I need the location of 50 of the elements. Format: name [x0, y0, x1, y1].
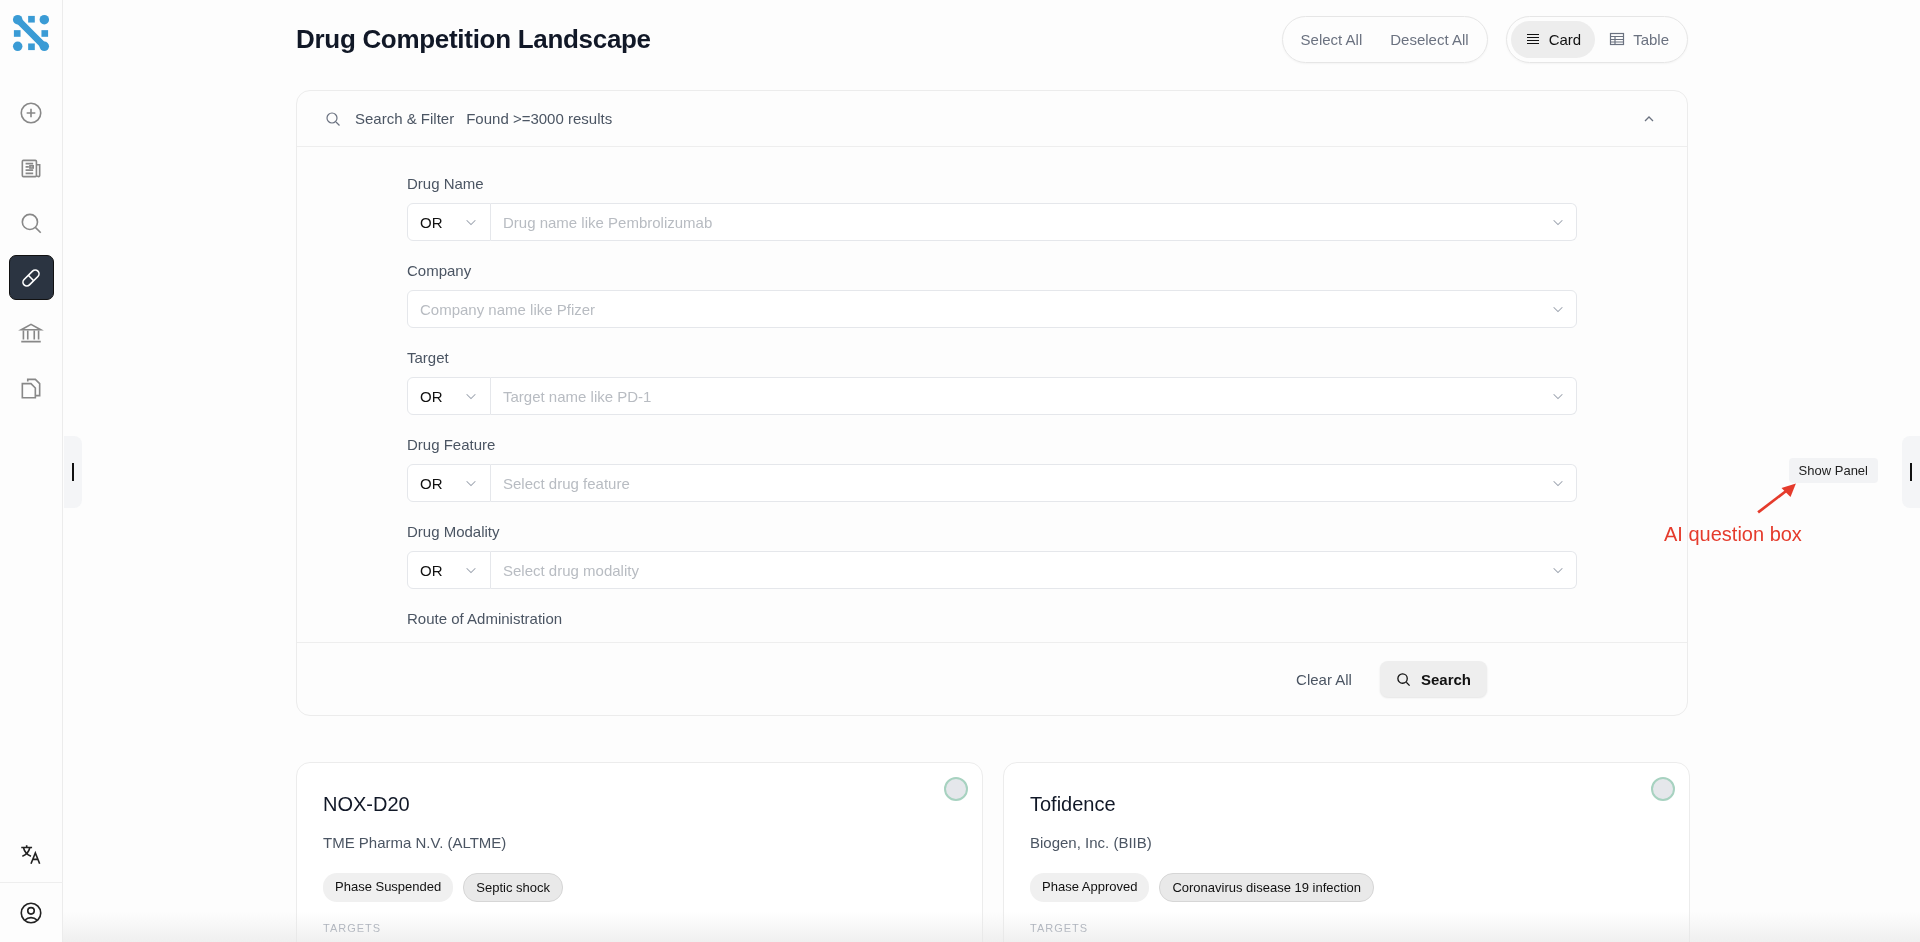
pill-nav-button[interactable] [8, 255, 54, 300]
select-field[interactable]: Company name like Pfizer [407, 290, 1577, 328]
field-label: Target [407, 349, 450, 366]
page-title: Drug Competition Landscape [296, 23, 652, 55]
operator-select[interactable]: OR [407, 377, 491, 415]
filter-title: Search & Filter [355, 110, 455, 127]
clear-button[interactable]: Clear All [1280, 661, 1368, 697]
field-label: Route of Administration [407, 610, 564, 627]
view-tab[interactable]: Table [1595, 20, 1683, 58]
table-icon [1609, 31, 1626, 47]
select-field[interactable]: Target name like PD-1 [491, 377, 1577, 415]
company-name: TME Pharma N.V. (ALTME) [323, 834, 508, 851]
section-heading: TARGETS [1030, 922, 1090, 934]
field-label: Company [407, 262, 473, 279]
field-label: Drug Name [407, 175, 485, 192]
select-radio[interactable] [1651, 777, 1675, 801]
search-icon [1395, 671, 1411, 687]
selection-button[interactable]: Select All [1286, 20, 1377, 58]
user-icon [18, 899, 44, 926]
show-panel-button[interactable]: Show Panel [1788, 458, 1878, 483]
drug-card[interactable]: NOX-D20 TME Pharma N.V. (ALTME) Phase Suspended Septic shock TARGETS [296, 762, 983, 942]
company-name: Biogen, Inc. (BIIB) [1030, 834, 1153, 851]
field-label: Drug Modality [407, 523, 501, 540]
phase-tag: Phase Approved [1030, 873, 1150, 902]
indication-tag: Coronavirus disease 19 infection [1159, 873, 1374, 902]
panel-handle[interactable] [1902, 436, 1920, 508]
phase-tag: Phase Suspended [323, 873, 454, 902]
logo-icon [12, 14, 50, 52]
operator-select[interactable]: OR [407, 551, 491, 589]
drug-name: NOX-D20 [323, 793, 411, 816]
result-count: Found >=3000 results [466, 110, 613, 127]
view-tab[interactable]: Card [1510, 20, 1596, 58]
select-radio[interactable] [944, 777, 968, 801]
drug-card[interactable]: Tofidence Biogen, Inc. (BIIB) Phase Approved Coronavirus disease 19 infection TARGETS [1003, 762, 1690, 942]
section-heading: TARGETS [323, 922, 383, 934]
field-label: Drug Feature [407, 436, 497, 453]
search-icon [325, 110, 341, 127]
indication-tag: Septic shock [463, 873, 563, 902]
select-field[interactable]: Drug name like Pembrolizumab [491, 203, 1577, 241]
search-button[interactable]: Search [1379, 661, 1487, 697]
operator-select[interactable]: OR [407, 464, 491, 502]
plus-circle-icon [18, 99, 44, 126]
list-icon [1524, 31, 1541, 47]
annotation-text: AI question box [1664, 523, 1802, 546]
operator-select[interactable]: OR [407, 203, 491, 241]
select-field[interactable]: Select drug feature [491, 464, 1577, 502]
drug-name: Tofidence [1030, 793, 1117, 816]
collapse-handle[interactable] [64, 436, 82, 508]
select-field[interactable]: Select drug modality [491, 551, 1577, 589]
selection-button[interactable]: Deselect All [1376, 20, 1483, 58]
